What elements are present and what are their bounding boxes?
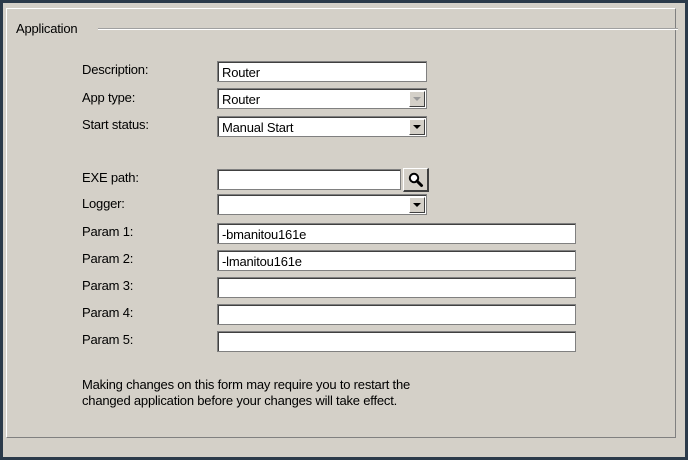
start-status-value: Manual Start — [222, 120, 294, 135]
param4-label: Param 4: — [82, 305, 134, 320]
description-label: Description: — [82, 62, 149, 77]
param1-input[interactable]: -bmanitou161e — [217, 223, 576, 244]
param4-input[interactable] — [217, 304, 576, 325]
start-status-label: Start status: — [82, 117, 149, 132]
chevron-down-icon[interactable] — [409, 197, 425, 213]
exe-path-label: EXE path: — [82, 170, 139, 185]
description-value: Router — [222, 65, 260, 80]
chevron-down-icon[interactable] — [409, 119, 425, 135]
app-type-label: App type: — [82, 90, 136, 105]
group-divider — [98, 28, 678, 30]
exe-path-input[interactable] — [217, 169, 401, 190]
param1-label: Param 1: — [82, 224, 134, 239]
param2-input[interactable]: -lmanitou161e — [217, 250, 576, 271]
chevron-down-icon[interactable] — [409, 91, 425, 107]
param3-label: Param 3: — [82, 278, 134, 293]
param5-label: Param 5: — [82, 332, 134, 347]
param5-input[interactable] — [217, 331, 576, 352]
note-line-1: Making changes on this form may require … — [82, 377, 411, 392]
browse-button[interactable] — [403, 168, 429, 192]
logger-select[interactable] — [217, 194, 427, 215]
search-icon — [408, 172, 423, 187]
param2-label: Param 2: — [82, 251, 134, 266]
logger-label: Logger: — [82, 196, 125, 211]
group-title: Application — [16, 21, 78, 36]
note-line-2: changed application before your changes … — [82, 393, 398, 408]
param1-value: -bmanitou161e — [222, 227, 307, 242]
param3-input[interactable] — [217, 277, 576, 298]
app-type-value: Router — [222, 92, 260, 107]
app-type-select[interactable]: Router — [217, 88, 427, 109]
description-input[interactable]: Router — [217, 61, 427, 82]
param2-value: -lmanitou161e — [222, 254, 302, 269]
start-status-select[interactable]: Manual Start — [217, 116, 427, 137]
